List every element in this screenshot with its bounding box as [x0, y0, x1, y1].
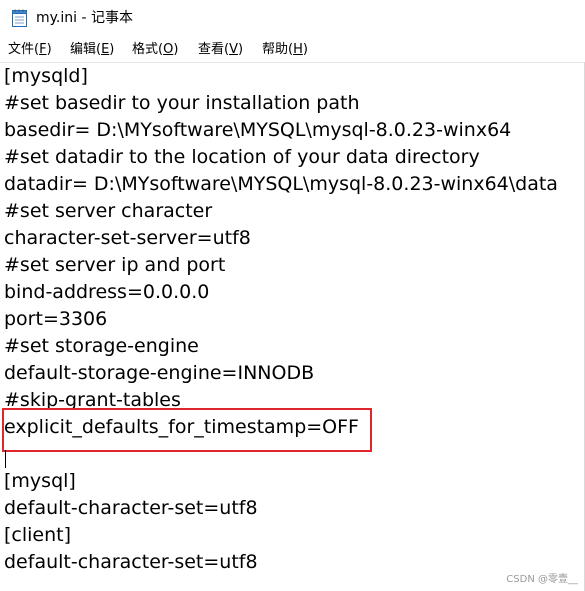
editor-line: bind-address=0.0.0.0	[4, 281, 210, 303]
title-bar[interactable]: my.ini - 记事本	[0, 0, 585, 38]
editor-line: #set basedir to your installation path	[4, 92, 360, 114]
notepad-window: my.ini - 记事本 文件(F) 编辑(E) 格式(O) 查看(V) 帮助(…	[0, 0, 585, 591]
editor-line: port=3306	[4, 308, 108, 330]
notepad-icon	[12, 9, 27, 27]
menu-help[interactable]: 帮助(H)	[262, 42, 308, 58]
menu-format[interactable]: 格式(O)	[132, 42, 178, 58]
editor-line: #set server character	[4, 200, 213, 222]
editor-line: [mysql]	[4, 470, 76, 492]
editor-line: #set datadir to the location of your dat…	[4, 146, 480, 168]
menu-bar: 文件(F) 编辑(E) 格式(O) 查看(V) 帮助(H)	[0, 38, 585, 62]
text-caret	[5, 450, 6, 468]
text-editor[interactable]: [mysqld] #set basedir to your installati…	[0, 62, 584, 591]
watermark: CSDN @零壹__	[506, 574, 578, 585]
editor-line: default-character-set=utf8	[4, 551, 258, 573]
menu-edit[interactable]: 编辑(E)	[70, 42, 114, 58]
highlight-annotation-box	[2, 408, 372, 452]
editor-line: #set storage-engine	[4, 335, 199, 357]
window-title: my.ini - 记事本	[36, 10, 133, 26]
editor-line: default-storage-engine=INNODB	[4, 362, 315, 384]
editor-line: #set server ip and port	[4, 254, 226, 276]
menu-file[interactable]: 文件(F)	[8, 42, 52, 58]
editor-line: datadir= D:\MYsoftware\MYSQL\mysql-8.0.2…	[4, 173, 558, 195]
editor-line: basedir= D:\MYsoftware\MYSQL\mysql-8.0.2…	[4, 119, 512, 141]
editor-line: default-character-set=utf8	[4, 497, 258, 519]
menu-view[interactable]: 查看(V)	[198, 42, 243, 58]
editor-line: [client]	[4, 524, 72, 546]
editor-line: character-set-server=utf8	[4, 227, 251, 249]
editor-line: [mysqld]	[4, 65, 88, 87]
